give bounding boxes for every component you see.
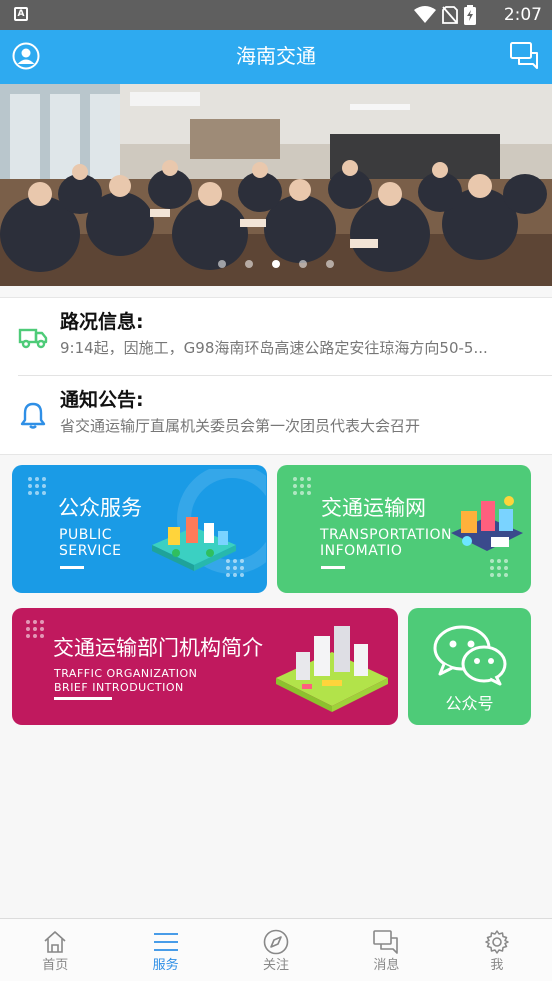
organization-intro-card[interactable]: 交通运输部门机构简介 TRAFFIC ORGANIZATION BRIEF IN…: [12, 608, 398, 725]
messages-icon[interactable]: [510, 42, 540, 70]
organization-title: 交通运输部门机构简介: [53, 636, 263, 660]
page-title: 海南交通: [236, 44, 316, 68]
notification-a-icon: A: [14, 7, 28, 21]
notice-row[interactable]: 通知公告: 省交通运输厅直属机关委员会第一次团员代表大会召开: [0, 376, 552, 454]
bell-icon: [20, 402, 46, 429]
tab-follow-label: 关注: [263, 958, 290, 973]
system-icons: [414, 5, 476, 25]
public-service-title: 公众服务: [58, 496, 142, 520]
tab-messages-label: 消息: [373, 958, 400, 973]
carousel-dot[interactable]: [218, 260, 226, 268]
battery-charging-icon: [464, 5, 476, 25]
tab-me[interactable]: 我: [442, 919, 552, 981]
tab-me-label: 我: [490, 958, 504, 973]
carousel-dot-active[interactable]: [272, 260, 280, 268]
truck-icon: [18, 328, 48, 349]
buildings-illustration: [276, 626, 388, 712]
organization-en-2: BRIEF INTRODUCTION: [54, 681, 184, 694]
carousel-dot[interactable]: [299, 260, 307, 268]
info-section: 路况信息: 9:14起，因施工，G98海南环岛高速公路定安往琼海方向50-5..…: [0, 297, 552, 455]
city-illustration: [152, 517, 236, 571]
transport-network-en-1: TRANSPORTATION: [320, 527, 452, 543]
traffic-info-text: 9:14起，因施工，G98海南环岛高速公路定安往琼海方向50-5...: [60, 339, 488, 357]
home-icon: [44, 931, 66, 953]
menu-icon: [153, 933, 178, 951]
chat-icon: [373, 930, 399, 954]
wechat-official-account-card[interactable]: 公众号: [408, 608, 531, 725]
public-service-card[interactable]: 公众服务 PUBLIC SERVICE: [12, 465, 267, 593]
tab-messages[interactable]: 消息: [331, 919, 441, 981]
tab-follow[interactable]: 关注: [221, 919, 331, 981]
carousel-indicators: [0, 260, 552, 268]
traffic-info-title: 路况信息:: [60, 311, 144, 333]
transport-network-card[interactable]: 交通运输网 TRANSPORTATION INFOMATIO: [277, 465, 531, 593]
tab-home-label: 首页: [42, 958, 69, 973]
traffic-info-row[interactable]: 路况信息: 9:14起，因施工，G98海南环岛高速公路定安往琼海方向50-5..…: [0, 298, 552, 376]
notice-text: 省交通运输厅直属机关委员会第一次团员代表大会召开: [60, 417, 421, 435]
tab-service[interactable]: 服务: [110, 919, 220, 981]
dot-pattern: [293, 477, 311, 495]
app-header: 海南交通: [0, 30, 552, 84]
public-service-en-2: SERVICE: [59, 543, 122, 559]
bottom-tab-bar: 首页 服务 关注 消息 我: [0, 918, 552, 981]
transport-network-en-2: INFOMATIO: [320, 543, 403, 559]
underline-bar: [60, 566, 84, 569]
banner-carousel[interactable]: [0, 84, 552, 286]
wechat-label: 公众号: [445, 694, 494, 713]
transport-network-title: 交通运输网: [321, 496, 426, 520]
tab-home[interactable]: 首页: [0, 919, 110, 981]
carousel-dot[interactable]: [245, 260, 253, 268]
dot-pattern: [26, 620, 44, 638]
gear-icon: [485, 930, 509, 954]
banner-photo: [0, 84, 552, 286]
dot-pattern: [28, 477, 46, 495]
carousel-dot[interactable]: [326, 260, 334, 268]
tab-service-label: 服务: [152, 958, 179, 973]
status-time: 2:07: [503, 5, 542, 25]
dot-pattern: [490, 559, 508, 577]
network-illustration: [451, 496, 523, 551]
wifi-icon: [414, 6, 436, 23]
wechat-icon: [433, 625, 507, 686]
status-bar: A 2:07: [0, 0, 552, 30]
public-service-en-1: PUBLIC: [59, 527, 112, 543]
no-sim-icon: [442, 6, 458, 24]
underline-bar: [321, 566, 345, 569]
notice-title: 通知公告:: [60, 389, 144, 411]
compass-icon: [263, 929, 289, 955]
underline-bar: [54, 697, 112, 700]
